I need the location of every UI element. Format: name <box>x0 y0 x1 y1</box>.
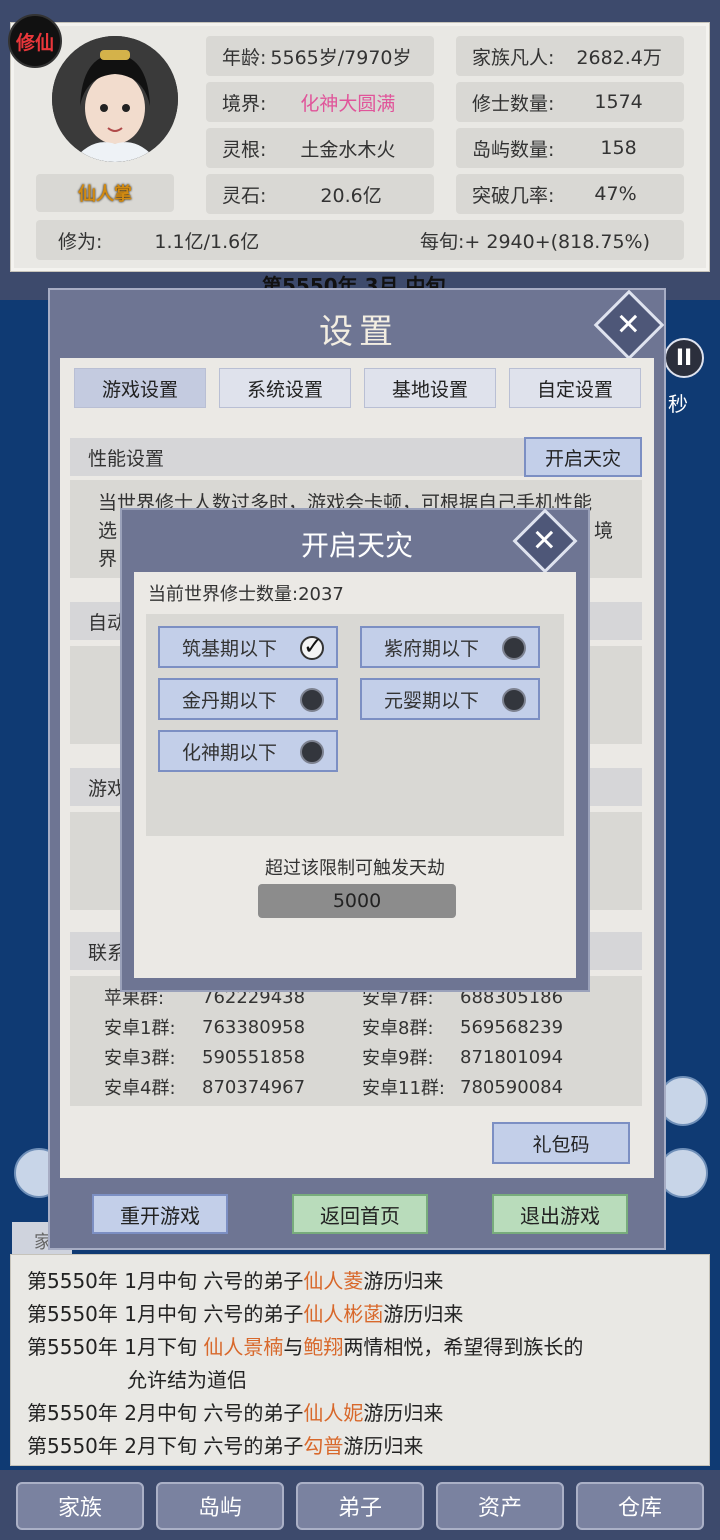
stat-cultivators: 修士数量: 1574 <box>456 82 684 122</box>
option-nascent-soul[interactable]: 元婴期以下 <box>360 678 540 720</box>
option-deity-transform[interactable]: 化神期以下 <box>158 730 338 772</box>
stat-value: 2682.4万 <box>576 46 662 69</box>
speed-label: 秒 <box>668 392 688 416</box>
enable-disaster-button[interactable]: 开启天灾 <box>524 437 642 477</box>
qq-label: 安卓9群: <box>362 1048 434 1069</box>
option-label: 化神期以下 <box>182 741 278 764</box>
per-period-gain: 每旬:+ 2940+(818.75%) <box>420 230 650 253</box>
stat-value: 20.6亿 <box>320 184 382 207</box>
nav-assets[interactable]: 资产 <box>436 1482 564 1530</box>
gift-code-button[interactable]: 礼包码 <box>492 1122 630 1164</box>
log-line: 第5550年 2月下旬 六号的弟子勾普游历归来 <box>27 1434 424 1458</box>
option-purple-mansion[interactable]: 紫府期以下 <box>360 626 540 668</box>
stat-value: 1.1亿/1.6亿 <box>154 230 260 253</box>
stat-value: 1574 <box>594 91 643 113</box>
log-line: 第5550年 1月下旬 仙人景楠与鲍翔两情相悦，希望得到族长的 <box>27 1335 584 1359</box>
tab-game-settings[interactable]: 游戏设置 <box>74 368 206 408</box>
qq-number[interactable]: 871801094 <box>460 1047 563 1068</box>
stat-root: 灵根: 土金水木火 <box>206 128 434 168</box>
option-label: 金丹期以下 <box>182 689 278 712</box>
stat-cultivation: 修为: 1.1亿/1.6亿 每旬:+ 2940+(818.75%) <box>36 220 684 260</box>
qq-number[interactable]: 763380958 <box>202 1017 362 1038</box>
section-title: 性能设置 <box>88 447 165 470</box>
stat-value: 土金水木火 <box>300 138 396 161</box>
checkbox-empty-icon <box>502 636 526 660</box>
exit-game-button[interactable]: 退出游戏 <box>492 1194 628 1234</box>
qq-number[interactable]: 780590084 <box>460 1077 563 1098</box>
close-icon: ✕ <box>616 307 642 343</box>
option-label: 元婴期以下 <box>384 689 480 712</box>
qq-label: 安卓3群: <box>104 1048 176 1069</box>
avatar[interactable] <box>52 36 178 162</box>
stat-label: 灵根: <box>222 138 267 161</box>
option-label: 紫府期以下 <box>384 637 480 660</box>
settings-title: 设置 <box>319 312 399 352</box>
stat-label: 境界: <box>222 92 267 115</box>
qq-label: 安卓11群: <box>362 1078 445 1099</box>
qq-label: 安卓4群: <box>104 1078 176 1099</box>
return-home-button[interactable]: 返回首页 <box>292 1194 428 1234</box>
tab-system-settings[interactable]: 系统设置 <box>219 368 351 408</box>
log-line: 第5550年 2月中旬 六号的弟子仙人妮游历归来 <box>27 1401 444 1425</box>
performance-desc-cont: 界 <box>98 548 118 570</box>
option-golden-core[interactable]: 金丹期以下 <box>158 678 338 720</box>
stat-age: 年龄: 5565岁/7970岁 <box>206 36 434 76</box>
qq-label: 安卓8群: <box>362 1018 434 1039</box>
stat-label: 修为: <box>58 230 103 253</box>
close-icon: ✕ <box>532 523 558 559</box>
tab-base-settings[interactable]: 基地设置 <box>364 368 496 408</box>
event-log: 第5550年 1月中旬 六号的弟子仙人菱游历归来 第5550年 1月中旬 六号的… <box>10 1254 710 1466</box>
qq-number[interactable]: 569568239 <box>460 1017 563 1038</box>
restart-game-button[interactable]: 重开游戏 <box>92 1194 228 1234</box>
limit-hint: 超过该限制可触发天劫 <box>265 858 445 879</box>
stat-value: 158 <box>600 137 637 159</box>
nav-warehouse[interactable]: 仓库 <box>576 1482 704 1530</box>
nav-clan[interactable]: 家族 <box>16 1482 144 1530</box>
qq-row: 安卓4群: 870374967 安卓11群: 780590084 <box>104 1072 624 1102</box>
stat-label: 岛屿数量: <box>472 138 555 161</box>
log-line: 第5550年 1月中旬 六号的弟子仙人彬菡游历归来 <box>27 1302 464 1326</box>
realm-options-box: 筑基期以下 紫府期以下 金丹期以下 元婴期以下 化神期以下 <box>146 614 564 836</box>
stat-value: 5565岁/7970岁 <box>270 46 412 69</box>
stat-label: 家族凡人: <box>472 46 555 69</box>
qq-label: 安卓1群: <box>104 1018 176 1039</box>
log-line-continued: 允许结为道侣 <box>127 1368 247 1392</box>
qq-row: 安卓1群: 763380958 安卓8群: 569568239 <box>104 1012 624 1042</box>
qq-number[interactable]: 590551858 <box>202 1047 362 1068</box>
stat-stone: 灵石: 20.6亿 <box>206 174 434 214</box>
stat-islands: 岛屿数量: 158 <box>456 128 684 168</box>
nav-disciples[interactable]: 弟子 <box>296 1482 424 1530</box>
stat-label: 修士数量: <box>472 92 555 115</box>
tab-custom-settings[interactable]: 自定设置 <box>509 368 641 408</box>
qq-row: 安卓3群: 590551858 安卓9群: 871801094 <box>104 1042 624 1072</box>
limit-input[interactable]: 5000 <box>258 884 456 918</box>
checkbox-empty-icon <box>300 740 324 764</box>
qq-group-list: 苹果群: 762229438 安卓7群: 688305186 安卓1群: 763380… <box>104 982 624 1102</box>
performance-desc-cont: 选 <box>98 520 118 542</box>
bottom-nav: 家族 岛屿 弟子 资产 仓库 <box>0 1470 720 1540</box>
player-name[interactable]: 仙人掌 <box>36 174 174 212</box>
log-line: 第5550年 1月中旬 六号的弟子仙人菱游历归来 <box>27 1269 444 1293</box>
nav-islands[interactable]: 岛屿 <box>156 1482 284 1530</box>
qq-number[interactable]: 870374967 <box>202 1077 362 1098</box>
xiuxian-badge[interactable]: 修仙 <box>8 14 62 68</box>
performance-desc-cont: 境 <box>594 520 614 542</box>
stat-label: 突破几率: <box>472 184 555 207</box>
checkbox-checked-icon <box>300 632 324 660</box>
cultivator-count: 当前世界修士数量:2037 <box>148 584 344 605</box>
stat-realm: 境界: 化神大圆满 <box>206 82 434 122</box>
option-foundation[interactable]: 筑基期以下 <box>158 626 338 668</box>
stat-mortals: 家族凡人: 2682.4万 <box>456 36 684 76</box>
pause-icon[interactable]: II <box>664 338 704 378</box>
stat-breakthrough: 突破几率: 47% <box>456 174 684 214</box>
option-label: 筑基期以下 <box>182 637 278 660</box>
stat-label: 灵石: <box>222 184 267 207</box>
checkbox-empty-icon <box>502 688 526 712</box>
stat-value: 化神大圆满 <box>300 92 396 115</box>
stat-value: 47% <box>594 183 637 205</box>
stat-label: 年龄: <box>222 46 267 69</box>
checkbox-empty-icon <box>300 688 324 712</box>
